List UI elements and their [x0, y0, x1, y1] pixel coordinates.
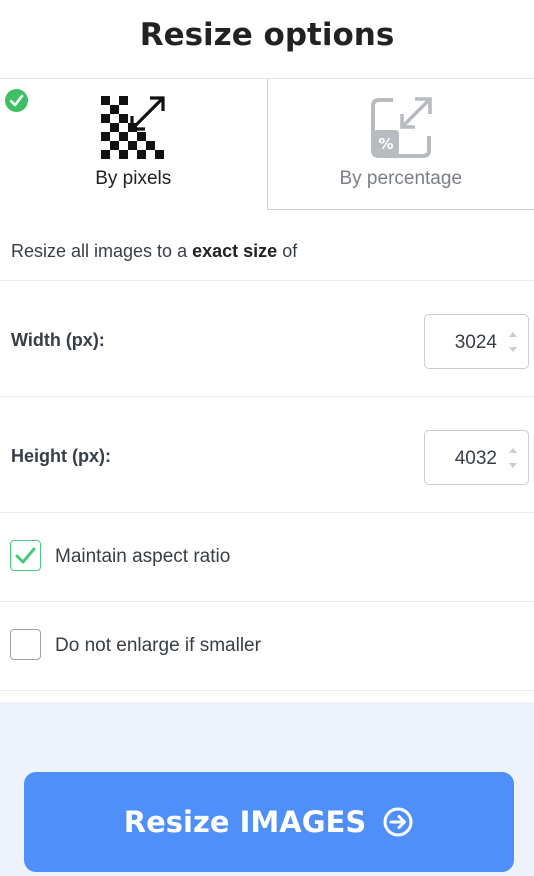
maintain-aspect-checkbox[interactable]: [10, 540, 41, 571]
percentage-resize-icon: %: [369, 96, 433, 160]
description-emphasis: exact size: [192, 241, 278, 261]
page-title: Resize options: [0, 0, 534, 79]
width-input[interactable]: 3024: [424, 314, 529, 369]
svg-text:%: %: [378, 135, 393, 153]
resize-images-button[interactable]: Resize IMAGES: [24, 772, 514, 872]
height-value: 4032: [454, 448, 497, 469]
action-footer: Resize IMAGES: [0, 702, 534, 876]
width-value: 3024: [454, 332, 497, 353]
no-enlarge-checkbox[interactable]: [10, 629, 41, 660]
spinner-arrows-icon[interactable]: [508, 329, 518, 355]
resize-button-label: Resize IMAGES: [123, 805, 367, 839]
description-text: Resize all images to a: [11, 241, 188, 261]
height-row: Height (px): 4032: [0, 397, 534, 513]
resize-mode-tabs: By pixels % By percentage: [0, 79, 534, 210]
no-enlarge-row: Do not enlarge if smaller: [0, 602, 534, 691]
height-input[interactable]: 4032: [424, 430, 529, 485]
tab-label: By pixels: [95, 168, 172, 189]
tab-by-pixels[interactable]: By pixels: [0, 79, 267, 210]
maintain-aspect-row: Maintain aspect ratio: [0, 513, 534, 602]
no-enlarge-label: Do not enlarge if smaller: [55, 635, 261, 656]
width-row: Width (px): 3024: [0, 281, 534, 397]
spinner-arrows-icon[interactable]: [508, 445, 518, 471]
checkmark-icon: [15, 547, 36, 564]
arrow-right-circle-icon: [383, 807, 413, 837]
pixels-resize-icon: [101, 96, 165, 160]
description-text: of: [282, 241, 298, 261]
height-label: Height (px):: [11, 446, 111, 466]
resize-options-panel: Resize options By pixels % By percentage…: [0, 0, 534, 876]
maintain-aspect-label: Maintain aspect ratio: [55, 546, 231, 567]
selected-check-icon: [5, 89, 28, 112]
width-label: Width (px):: [11, 330, 105, 350]
resize-description: Resize all images to a exact size of: [0, 210, 534, 281]
tab-label: By percentage: [339, 168, 463, 189]
tab-by-percentage[interactable]: % By percentage: [266, 79, 534, 210]
